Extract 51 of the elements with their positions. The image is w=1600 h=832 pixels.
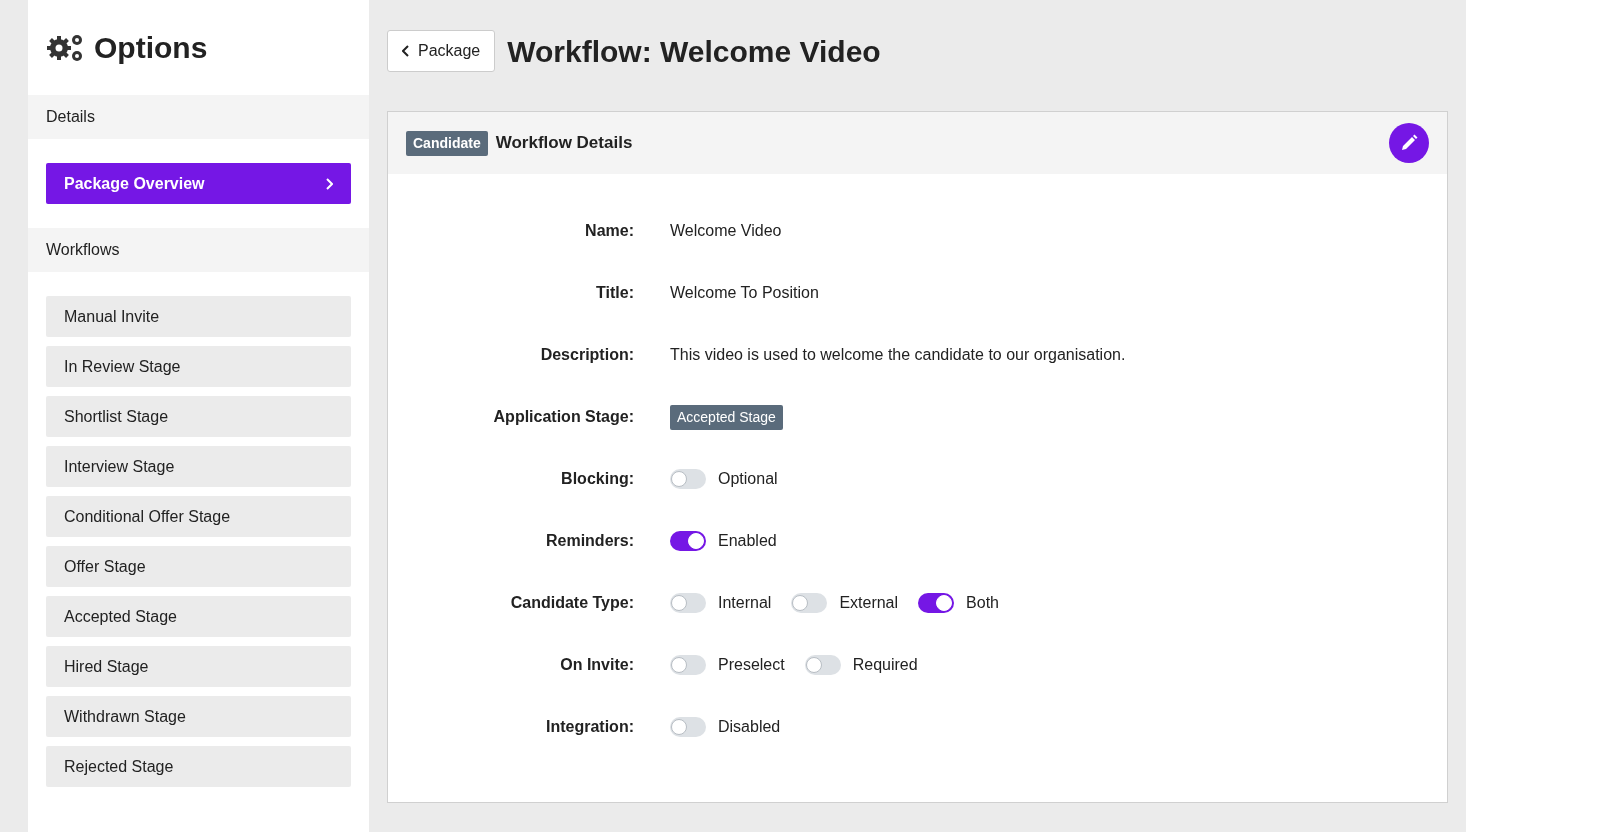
toggle-switch[interactable]	[670, 531, 706, 551]
field-label: Reminders:	[544, 531, 635, 551]
sidebar-title: Options	[94, 30, 208, 66]
sidebar-item[interactable]: Conditional Offer Stage	[46, 496, 351, 537]
sidebar-item[interactable]: Interview Stage	[46, 446, 351, 487]
field-label: On Invite:	[559, 655, 635, 675]
toggle-label: External	[839, 593, 899, 613]
toggle-switch[interactable]	[670, 655, 706, 675]
toggle-switch[interactable]	[918, 593, 955, 613]
toggle-switch[interactable]	[670, 593, 706, 613]
field-label: Integration:	[545, 717, 635, 737]
field-label: Name:	[584, 221, 635, 241]
pencil-icon	[1400, 134, 1418, 152]
chevron-right-icon	[325, 177, 333, 190]
sidebar-item[interactable]: Manual Invite	[46, 296, 351, 337]
chevron-left-icon	[402, 45, 410, 57]
sidebar-item[interactable]: Package Overview	[46, 163, 351, 204]
sidebar-item[interactable]: Shortlist Stage	[46, 396, 351, 437]
edit-button[interactable]	[1389, 123, 1429, 163]
toggle-switch[interactable]	[670, 717, 706, 737]
toggle-label: Required	[852, 655, 918, 675]
sidebar-item[interactable]: Accepted Stage	[46, 596, 351, 637]
sidebar-item[interactable]: Offer Stage	[46, 546, 351, 587]
section-heading: Workflows	[28, 228, 369, 272]
toggle-label: Optional	[718, 469, 778, 489]
toggle-label: Both	[966, 593, 999, 613]
sidebar-item[interactable]: In Review Stage	[46, 346, 351, 387]
toggle-label: Disabled	[718, 717, 781, 737]
sidebar-item[interactable]: Withdrawn Stage	[46, 696, 351, 737]
toggle-switch[interactable]	[791, 593, 828, 613]
field-label: Description:	[539, 345, 635, 365]
stage-badge: Accepted Stage	[670, 404, 783, 430]
toggle-switch[interactable]	[670, 469, 706, 489]
section-heading: Details	[28, 95, 369, 139]
field-value: Welcome Video	[670, 221, 782, 241]
toggle-label: Internal	[718, 593, 772, 613]
field-label: Title:	[595, 283, 635, 303]
toggle-label: Enabled	[718, 531, 777, 551]
field-value: Welcome To Position	[670, 283, 819, 303]
field-label: Candidate Type:	[509, 593, 635, 613]
field-label: Application Stage:	[492, 407, 635, 427]
field-value: This video is used to welcome the candidate to our organisation.	[670, 345, 1126, 365]
field-label: Blocking:	[560, 469, 635, 489]
sidebar-item[interactable]: Rejected Stage	[46, 746, 351, 787]
page-title: Workflow: Welcome Video	[507, 33, 881, 70]
toggle-switch[interactable]	[804, 655, 841, 675]
toggle-label: Preselect	[718, 655, 785, 675]
card-title: Workflow Details	[495, 132, 633, 155]
back-button[interactable]: Package	[387, 30, 496, 72]
candidate-badge: Candidate	[406, 130, 488, 156]
sidebar-item[interactable]: Hired Stage	[46, 646, 351, 687]
